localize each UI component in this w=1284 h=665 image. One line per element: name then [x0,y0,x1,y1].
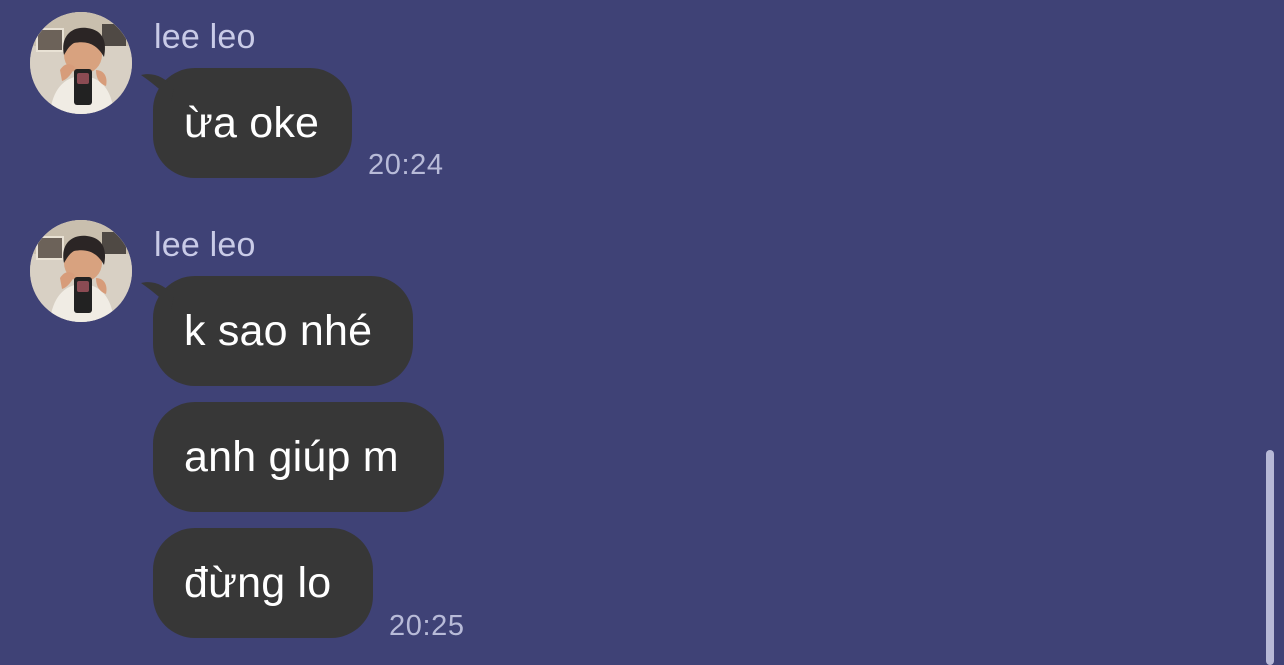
vertical-scrollbar[interactable] [1266,450,1274,665]
bubble-tail-icon [141,282,174,310]
message-timestamp: 20:25 [389,610,465,642]
profile-photo-avatar-icon [30,220,132,322]
message-bubble[interactable]: k sao nhé [141,276,413,386]
message-text: đừng lo [184,558,332,607]
profile-photo-avatar-icon [30,12,132,114]
message-text: k sao nhé [184,306,373,355]
chat-message-list[interactable]: lee leo ừa oke 20:24 lee leo k sao nhé a… [0,0,1284,665]
bubble-tail-icon [141,74,174,102]
message-text: ừa oke [184,98,320,147]
message-bubble[interactable]: anh giúp m [153,402,444,512]
sender-name: lee leo [154,18,256,56]
avatar[interactable] [30,12,132,114]
avatar[interactable] [30,220,132,322]
sender-name: lee leo [154,226,256,264]
message-timestamp: 20:24 [368,149,444,181]
message-text: anh giúp m [184,432,399,481]
message-bubble[interactable]: đừng lo [153,528,373,638]
message-bubble[interactable]: ừa oke [141,68,352,178]
